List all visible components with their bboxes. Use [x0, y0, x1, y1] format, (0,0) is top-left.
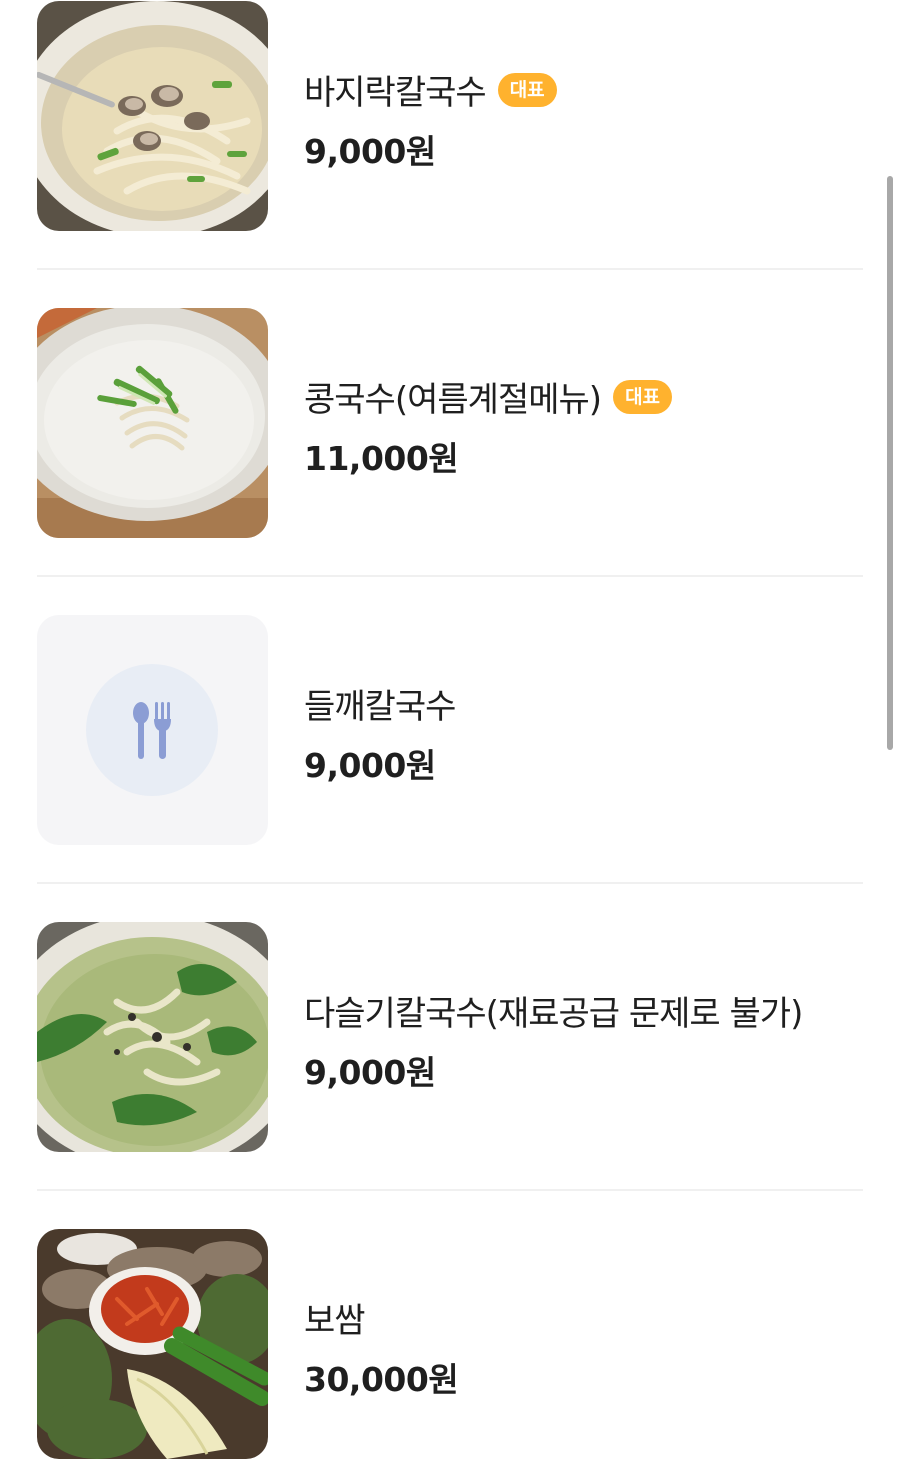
menu-item-name: 바지락칼국수	[304, 73, 487, 113]
menu-item-info: 다슬기칼국수(재료공급 문제로 불가) 9,000원	[304, 922, 864, 1152]
menu-item[interactable]: 바지락칼국수 대표 9,000원	[37, 1, 863, 231]
menu-item-photo	[37, 922, 268, 1152]
menu-item-price: 9,000원	[304, 132, 436, 171]
divider	[37, 1189, 863, 1191]
menu-item-photo-placeholder	[37, 615, 268, 845]
menu-item-name: 보쌈	[304, 1301, 366, 1341]
scrollbar[interactable]	[887, 176, 893, 750]
menu-item[interactable]: 다슬기칼국수(재료공급 문제로 불가) 9,000원	[37, 922, 863, 1152]
menu-item[interactable]: 들깨칼국수 9,000원	[37, 615, 863, 845]
divider	[37, 882, 863, 884]
menu-item-info: 바지락칼국수 대표 9,000원	[304, 1, 864, 231]
menu-item-name: 콩국수(여름계절메뉴)	[304, 380, 602, 420]
menu-item-price: 9,000원	[304, 746, 436, 785]
menu-item[interactable]: 보쌈 30,000원	[37, 1229, 863, 1459]
menu-item-price: 30,000원	[304, 1360, 459, 1399]
menu-item-info: 보쌈 30,000원	[304, 1229, 864, 1459]
divider	[37, 268, 863, 270]
signature-badge: 대표	[613, 379, 673, 414]
menu-item-info: 콩국수(여름계절메뉴) 대표 11,000원	[304, 308, 864, 538]
menu-item-photo	[37, 1, 268, 231]
menu-item-photo	[37, 308, 268, 538]
menu-item-price: 9,000원	[304, 1053, 436, 1092]
menu-item[interactable]: 콩국수(여름계절메뉴) 대표 11,000원	[37, 308, 863, 538]
signature-badge: 대표	[497, 72, 557, 107]
menu-item-name: 다슬기칼국수(재료공급 문제로 불가)	[304, 994, 803, 1034]
menu-item-info: 들깨칼국수 9,000원	[304, 615, 864, 845]
divider	[37, 575, 863, 577]
menu-item-photo	[37, 1229, 268, 1459]
menu-item-name: 들깨칼국수	[304, 687, 456, 727]
menu-item-price: 11,000원	[304, 439, 459, 478]
